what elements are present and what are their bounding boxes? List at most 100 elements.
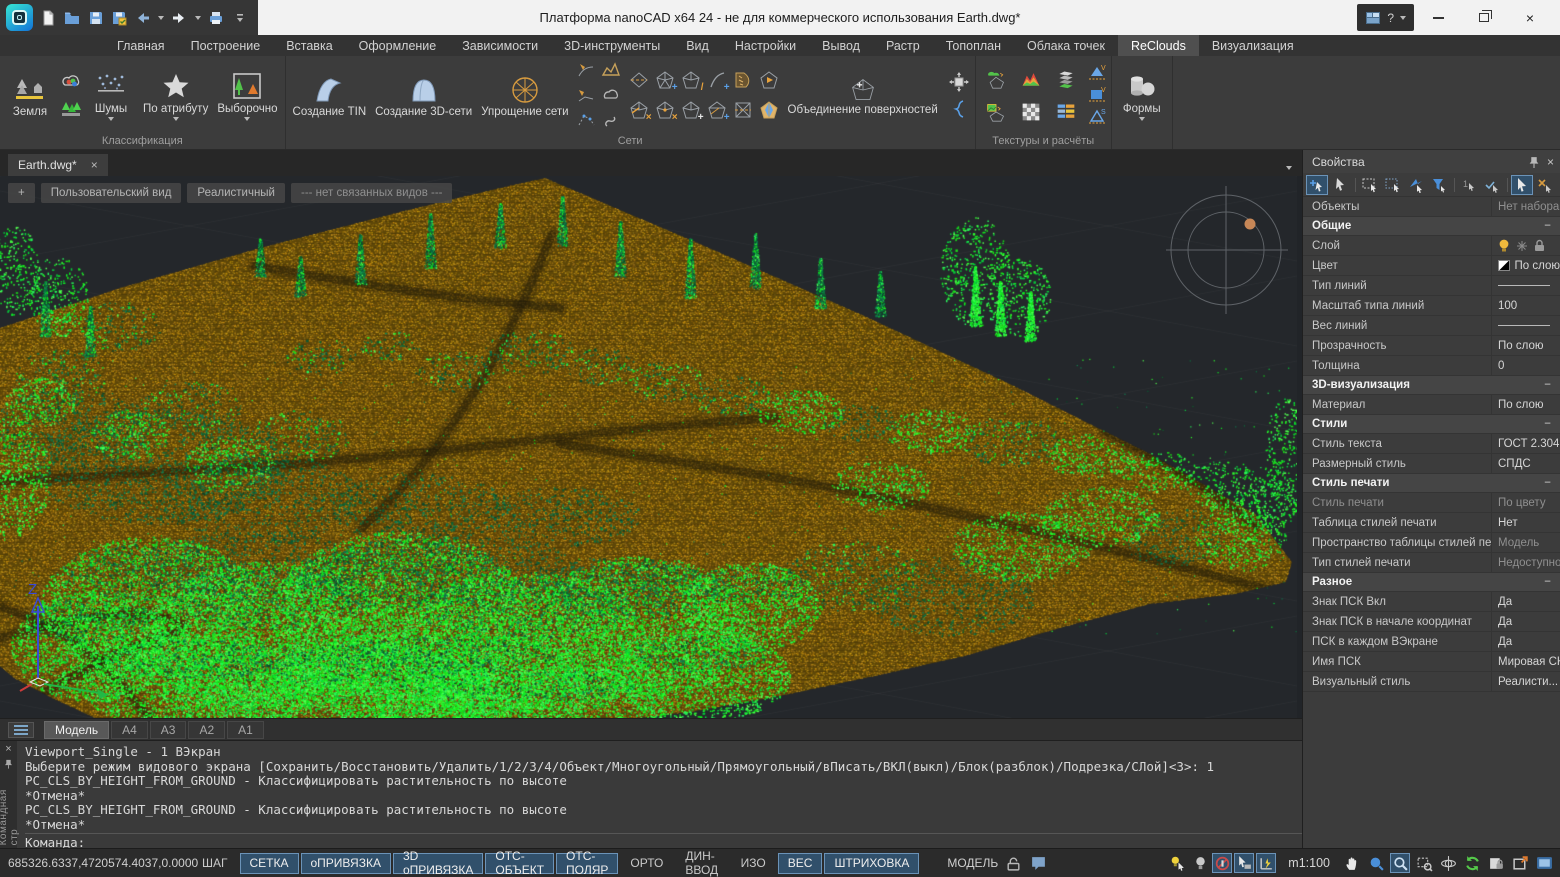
section-diamond-icon[interactable] [628,69,651,92]
surface-from-points-icon[interactable] [575,58,598,81]
tab-reclouds[interactable]: ReClouds [1118,35,1199,56]
document-tab-earth[interactable]: Earth.dwg* × [8,154,108,176]
property-section-plotstyle[interactable]: Стиль печати − [1303,474,1560,493]
save-all-icon[interactable] [111,9,128,27]
property-section-general[interactable]: Общие − [1303,217,1560,236]
layer-lock-icon[interactable] [1534,239,1545,252]
texture-from-image-icon[interactable] [984,100,1007,123]
property-row-ucs-on[interactable]: Знак ПСК Вкл Да [1303,592,1560,612]
interface-switch-button[interactable]: ? [1357,4,1414,31]
toggle-otrack-object[interactable]: ОТС-ОБЪЕКТ [485,853,554,874]
tab-vstavka[interactable]: Вставка [273,35,345,56]
property-row-visual-style[interactable]: Визуальный стиль Реалисти... [1303,672,1560,692]
mesh-textured-icon[interactable] [758,99,781,122]
toggle-3d-osnap[interactable]: 3D оПРИВЯЗКА [393,853,483,874]
classify-by-attribute-button[interactable]: По атрибуту [140,69,211,121]
bulb-icon[interactable] [1190,853,1210,873]
close-button[interactable]: × [1508,1,1552,34]
tab-nastroyki[interactable]: Настройки [722,35,809,56]
terrain-profile-icon[interactable] [600,58,623,81]
collapse-icon[interactable]: − [1544,576,1551,588]
move-3d-icon[interactable] [948,70,971,93]
mesh-add-vertex-icon[interactable]: + [654,69,677,92]
toggle-grid[interactable]: СЕТКА [240,853,299,874]
tab-zavisimosti[interactable]: Зависимости [449,35,551,56]
classify-vegetation-icon[interactable] [59,97,82,120]
quick-select-tool[interactable]: 1 [1458,175,1480,195]
property-section-styles[interactable]: Стили − [1303,415,1560,434]
command-input[interactable]: Команда: [25,833,1302,848]
area-surface-icon[interactable]: S [1087,107,1107,127]
open-file-icon[interactable] [64,9,81,27]
no-selection-icon[interactable] [1212,853,1232,873]
model-viewport[interactable]: + Пользовательский вид Реалистичный --- … [0,176,1302,718]
tab-vizualizaciya[interactable]: Визуализация [1199,35,1307,56]
cursor-box-icon[interactable] [1234,853,1254,873]
layout-tab-a1[interactable]: A1 [227,721,264,739]
compass-handle-dot[interactable] [1245,219,1256,230]
layout-tab-a3[interactable]: A3 [150,721,187,739]
mesh-delete-icon[interactable]: × [628,99,651,122]
layer-on-bulb-icon[interactable] [1498,239,1510,253]
highlight-cursor-icon[interactable] [1168,853,1188,873]
command-close-icon[interactable]: × [5,744,11,755]
mesh-play-icon[interactable] [758,69,781,92]
property-row-ucs-name[interactable]: Имя ПСК Мировая СК [1303,652,1560,672]
tab-topoplan[interactable]: Топоплан [933,35,1014,56]
layout-tab-a2[interactable]: A2 [188,721,225,739]
viewport-style-button[interactable]: Реалистичный [187,183,285,203]
toggle-dyn-input[interactable]: ДИН-ВВОД [675,853,728,874]
minimize-button[interactable] [1416,1,1460,34]
toggle-ortho[interactable]: ОРТО [620,853,673,874]
property-row-plotspace[interactable]: Пространство таблицы стилей печати Модел… [1303,533,1560,553]
toggle-lineweight[interactable]: ВЕС [778,853,823,874]
redo-dropdown-icon[interactable] [195,16,201,20]
mesh-delete-vertex-icon[interactable]: × [654,99,677,122]
surface-from-points2-icon[interactable] [575,83,598,106]
command-pin-icon[interactable] [4,759,13,769]
create-3d-mesh-button[interactable]: Создание 3D-сети [372,72,475,119]
color-swatch[interactable] [1498,260,1510,271]
select-fence-tool[interactable] [1405,175,1427,195]
zoom-window-icon[interactable] [1414,853,1434,873]
shapes-button[interactable]: Формы [1116,69,1168,121]
sheet-lock-icon[interactable] [1486,853,1506,873]
orbit-icon[interactable] [1438,853,1458,873]
tab-vid[interactable]: Вид [673,35,722,56]
viewport-view-button[interactable]: Пользовательский вид [41,183,182,203]
restore-button[interactable] [1462,1,1506,34]
navigation-compass[interactable] [1166,184,1288,314]
select-add-tool[interactable] [1306,175,1328,195]
command-history[interactable]: Viewport_Single - 1 ВЭкран Выберите режи… [17,741,1302,848]
tab-postroenie[interactable]: Построение [178,35,274,56]
texture-from-cloud-icon[interactable] [984,67,1007,90]
layout-tab-model[interactable]: Модель [44,721,109,739]
toggle-iso[interactable]: ИЗО [731,853,776,874]
clean-screen-icon[interactable] [1534,853,1554,873]
redo-icon[interactable] [171,9,188,27]
tab-glavnaya[interactable]: Главная [104,35,178,56]
undo-icon[interactable] [135,9,152,27]
property-row-transparency[interactable]: Прозрачность По слою [1303,336,1560,356]
collapse-icon[interactable]: − [1544,418,1551,430]
lasso-curve-icon[interactable] [600,108,623,131]
viewport-plus-button[interactable]: + [8,183,35,203]
curve-add-icon[interactable]: + [706,69,729,92]
toggle-otrack-polar[interactable]: ОТС-ПОЛЯР [556,853,618,874]
property-row-dimstyle[interactable]: Размерный стиль СПДС [1303,454,1560,474]
blue-profile-curve-icon[interactable] [948,97,971,120]
tab-vyvod[interactable]: Вывод [809,35,873,56]
select-tool[interactable] [1329,175,1351,195]
toggle-osnap[interactable]: оПРИВЯЗКА [301,853,391,874]
mesh-move-vertex-icon[interactable]: + [680,99,703,122]
layered-surfaces-icon[interactable] [1054,67,1077,90]
volume-table-icon[interactable] [1054,100,1077,123]
fullscreen-icon[interactable] [1510,853,1530,873]
nanocad-logo-icon[interactable] [6,4,33,31]
property-section-3d[interactable]: 3D-визуализация − [1303,376,1560,395]
property-row-ucs-origin[interactable]: Знак ПСК в начале координат Да [1303,612,1560,632]
tab-oblaka-tochek[interactable]: Облака точек [1014,35,1118,56]
mesh-edit-icon[interactable]: / [680,69,703,92]
classify-by-cloud-icon[interactable] [59,70,82,93]
annotation-icon[interactable] [1028,853,1048,873]
